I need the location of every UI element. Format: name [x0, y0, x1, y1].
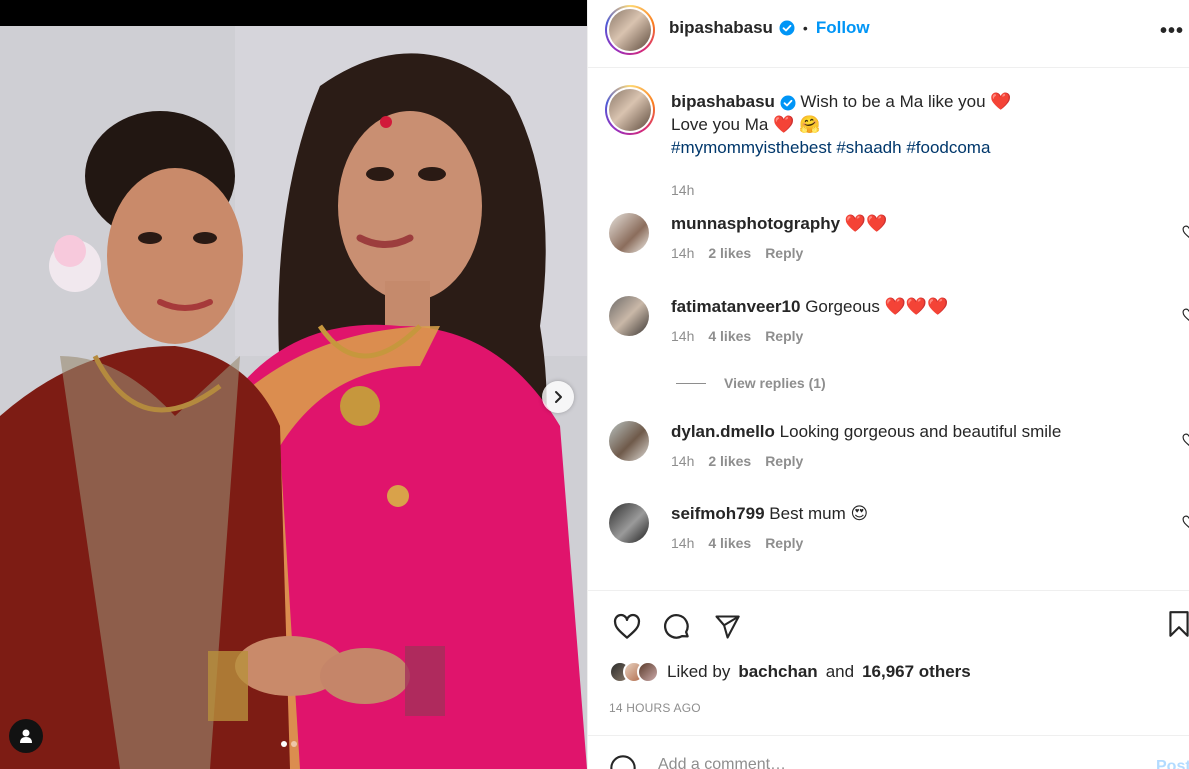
caption-avatar[interactable]	[605, 85, 655, 135]
comment-likes[interactable]: 2 likes	[708, 245, 751, 261]
hashtag-link[interactable]: #shaadh	[836, 138, 901, 157]
liked-by-user[interactable]: bachchan	[738, 662, 817, 682]
heart-emoji-icon: ❤️❤️	[844, 214, 888, 233]
comment-likes[interactable]: 4 likes	[708, 328, 751, 344]
comment-text: seifmoh799 Best mum 😍	[671, 503, 1151, 525]
comment-message: Gorgeous	[805, 297, 880, 316]
post-details-panel: bipashabasu • Follow ••• bipashabasu Wis…	[587, 0, 1189, 769]
like-button[interactable]	[609, 609, 645, 645]
post-comment-button[interactable]: Post	[1156, 758, 1189, 769]
chevron-right-icon	[555, 391, 562, 403]
commenter-username[interactable]: seifmoh799	[671, 504, 765, 523]
post-actions: Liked by bachchan and 16,967 others 14 H…	[588, 590, 1189, 735]
add-comment-bar: Post	[588, 735, 1189, 769]
comment-meta: 14h 2 likes Reply	[671, 453, 803, 469]
author-avatar[interactable]	[605, 5, 655, 55]
user-icon	[20, 729, 32, 743]
comment-time[interactable]: 14h	[671, 453, 694, 469]
caption-time[interactable]: 14h	[671, 182, 694, 198]
comment-message: Looking gorgeous and beautiful smile	[779, 422, 1062, 441]
hashtag-link[interactable]: #foodcoma	[906, 138, 990, 157]
heart-icon	[613, 613, 641, 639]
commenter-username[interactable]: dylan.dmello	[671, 422, 775, 441]
reply-button[interactable]: Reply	[765, 245, 803, 261]
heart-emoji-icon: ❤️	[773, 115, 795, 134]
post-header: bipashabasu • Follow •••	[588, 0, 1189, 68]
like-comment-heart-icon[interactable]	[1182, 308, 1189, 322]
reply-button[interactable]: Reply	[765, 453, 803, 469]
separator-dot: •	[802, 20, 808, 36]
comment-likes[interactable]: 2 likes	[708, 453, 751, 469]
comments-list[interactable]: bipashabasu Wish to be a Ma like you ❤️ …	[588, 68, 1189, 590]
tagged-users-button[interactable]	[9, 719, 43, 753]
like-comment-heart-icon[interactable]	[1182, 515, 1189, 529]
author-info: bipashabasu • Follow	[669, 18, 870, 38]
liked-by-prefix: Liked by	[667, 662, 731, 681]
caption-line2: Love you Ma	[671, 115, 769, 134]
comment-bubble-icon	[664, 614, 689, 639]
verified-badge-icon	[780, 95, 796, 111]
view-replies-button[interactable]: View replies (1)	[676, 375, 826, 391]
heart-emoji-icon: ❤️	[990, 92, 1012, 111]
commenter-username[interactable]: fatimatanveer10	[671, 297, 800, 316]
follow-button[interactable]: Follow	[816, 18, 870, 38]
commenter-avatar[interactable]	[609, 296, 649, 336]
comment-meta: 14h 4 likes Reply	[671, 328, 803, 344]
comment-text: munnasphotography ❤️❤️	[671, 213, 1151, 235]
hug-emoji-icon: 🤗	[798, 115, 821, 134]
view-replies-label: View replies (1)	[724, 375, 826, 391]
emoji-smiley-icon[interactable]	[609, 754, 637, 769]
caption-text: bipashabasu Wish to be a Ma like you ❤️ …	[671, 90, 1171, 159]
like-comment-heart-icon[interactable]	[1182, 433, 1189, 447]
likes-count-link[interactable]: 16,967 others	[862, 662, 971, 682]
liked-by-joiner: and	[825, 662, 855, 681]
reply-button[interactable]: Reply	[765, 535, 803, 551]
commenter-avatar[interactable]	[609, 421, 649, 461]
carousel-indicator	[281, 741, 297, 747]
comment-meta: 14h 4 likes Reply	[671, 535, 803, 551]
more-options-icon[interactable]: •••	[1160, 20, 1184, 43]
liker-avatars[interactable]	[609, 661, 659, 683]
commenter-avatar[interactable]	[609, 503, 649, 543]
caption-username[interactable]: bipashabasu	[671, 92, 775, 111]
author-username[interactable]: bipashabasu	[669, 18, 773, 38]
comment-time[interactable]: 14h	[671, 245, 694, 261]
bookmark-icon[interactable]	[1166, 609, 1189, 639]
comment-button[interactable]	[659, 609, 695, 645]
comment-time[interactable]: 14h	[671, 535, 694, 551]
comment-message: Best mum	[769, 504, 846, 523]
comment-text: dylan.dmello Looking gorgeous and beauti…	[671, 421, 1151, 443]
post-media	[0, 0, 587, 769]
commenter-username[interactable]: munnasphotography	[671, 214, 840, 233]
hashtag-link[interactable]: #mymommyisthebest	[671, 138, 832, 157]
heart-emoji-icon: ❤️❤️❤️	[884, 297, 949, 316]
reply-button[interactable]: Reply	[765, 328, 803, 344]
likes-summary: Liked by bachchan and 16,967 others	[609, 661, 971, 683]
comment-text: fatimatanveer10 Gorgeous ❤️❤️❤️	[671, 296, 1151, 318]
carousel-dot-active	[281, 741, 287, 747]
action-icons	[609, 609, 745, 645]
post-photo[interactable]	[0, 26, 587, 769]
divider-line	[676, 382, 706, 384]
caption-line1: Wish to be a Ma like you	[800, 92, 986, 111]
comment-meta: 14h 2 likes Reply	[671, 245, 803, 261]
like-comment-heart-icon[interactable]	[1182, 225, 1189, 239]
carousel-dot	[291, 741, 297, 747]
carousel-next-button[interactable]	[542, 381, 574, 413]
comment-input[interactable]	[658, 756, 1118, 769]
post-timestamp[interactable]: 14 HOURS AGO	[609, 701, 701, 715]
comment-likes[interactable]: 4 likes	[708, 535, 751, 551]
comment-time[interactable]: 14h	[671, 328, 694, 344]
heart-eyes-emoji-icon: 😍	[850, 504, 869, 523]
paper-plane-icon	[715, 615, 740, 639]
commenter-avatar[interactable]	[609, 213, 649, 253]
share-button[interactable]	[709, 609, 745, 645]
verified-badge-icon	[779, 20, 795, 36]
photo-illustration	[0, 26, 587, 769]
